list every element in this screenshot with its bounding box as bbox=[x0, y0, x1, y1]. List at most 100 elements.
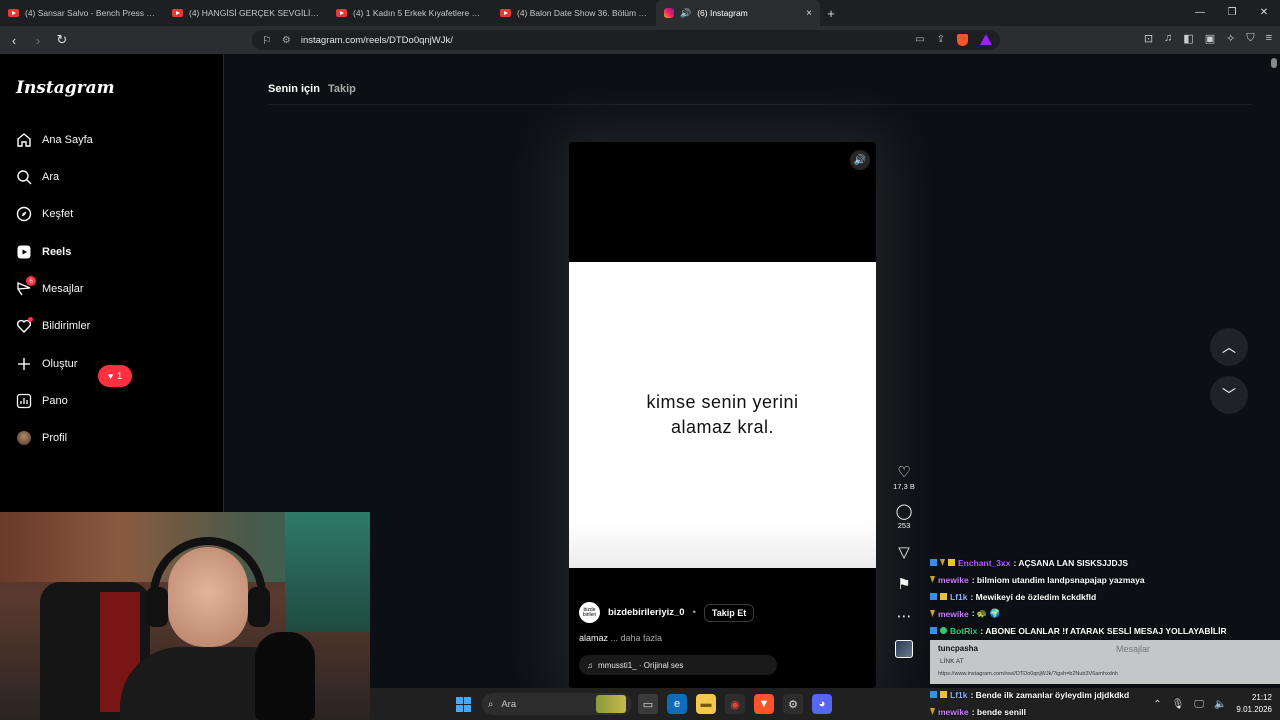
file-explorer-icon[interactable]: ▬ bbox=[696, 694, 716, 714]
address-bar: ‹ › ↻ ⚐ ⚙ instagram.com/reels/DTDo0qnjWJ… bbox=[0, 26, 1280, 54]
browser-tab-4[interactable]: (4) Balon Date Show 36. Bölüm - You bbox=[492, 0, 656, 26]
scrollbar-thumb[interactable] bbox=[1271, 58, 1277, 68]
audio-thumbnail[interactable] bbox=[895, 640, 913, 658]
sidebar-item-home[interactable]: Ana Sayfa bbox=[16, 128, 93, 152]
leo-ai-icon[interactable]: ✧ bbox=[1226, 32, 1235, 45]
chat-text: : bende senill bbox=[971, 706, 1027, 717]
audio-cover-image bbox=[895, 640, 913, 658]
site-info-icon[interactable]: ⚙ bbox=[282, 35, 291, 46]
save-action[interactable]: ⚑ bbox=[897, 576, 910, 594]
vpn-icon[interactable]: ⛉ bbox=[1246, 32, 1254, 45]
comment-action[interactable]: ◯ 253 bbox=[896, 503, 913, 530]
brave-shield-icon[interactable] bbox=[957, 34, 968, 46]
menu-icon[interactable]: ≡ bbox=[1266, 32, 1272, 45]
forward-icon[interactable]: › bbox=[28, 33, 48, 48]
author-username[interactable]: bizdebirileriyiz_0 bbox=[608, 607, 685, 618]
instagram-logo[interactable]: Instagram bbox=[16, 78, 115, 98]
badge-icon bbox=[930, 576, 935, 583]
chat-username: BotRix bbox=[950, 625, 978, 636]
stream-chat-bottom: Lf1k : Bende ilk zamanlar öyleydim jdjdk… bbox=[930, 686, 1270, 720]
share-icon[interactable]: ⇪ bbox=[937, 34, 945, 46]
share-action[interactable]: ▽ bbox=[898, 544, 910, 562]
sidebar-item-profile[interactable]: Profil bbox=[16, 426, 67, 450]
caption-more-link[interactable]: ... daha fazla bbox=[611, 633, 663, 643]
chrome-icon[interactable]: ◉ bbox=[725, 694, 745, 714]
discord-icon[interactable]: ◕ bbox=[812, 694, 832, 714]
next-reel-button[interactable]: ﹀ bbox=[1210, 376, 1248, 414]
window-controls: — ❐ ✕ bbox=[1184, 0, 1280, 26]
media-icon[interactable]: ♫ bbox=[1164, 32, 1172, 45]
notification-count: 1 bbox=[117, 371, 123, 381]
windows-start-icon[interactable] bbox=[456, 697, 471, 712]
stream-chat: Enchant_3xx : AÇSANA LAN SISKSJJDJS mewi… bbox=[930, 554, 1270, 639]
chat-text: : bilmiom utandim landpsnapajap yazmaya bbox=[971, 574, 1145, 585]
feed-tabs: Senin için Takip bbox=[268, 83, 356, 95]
reel-video[interactable]: kimse senin yerini alamaz kral. 🔊 bizde … bbox=[569, 142, 876, 688]
audio-pill[interactable]: ♫ mmussti1_ · Orijinal ses bbox=[579, 655, 777, 675]
sidebar-item-label: Pano bbox=[42, 395, 68, 407]
sidebar-item-explore[interactable]: Keşfet bbox=[16, 202, 73, 226]
cast-icon[interactable]: ▭ bbox=[915, 34, 924, 46]
chat-link[interactable]: https://www.instagram.com/reel/DTDo0qnjW… bbox=[938, 671, 1118, 677]
chat-username: mewike bbox=[938, 608, 969, 619]
close-tab-icon[interactable]: × bbox=[806, 8, 812, 19]
reload-icon[interactable]: ↻ bbox=[52, 32, 72, 48]
task-view-icon[interactable]: ▭ bbox=[638, 694, 658, 714]
browser-tab-active[interactable]: 🔊 (6) Instagram × bbox=[656, 0, 820, 26]
taskbar-search[interactable]: ⌕ Ara bbox=[482, 693, 632, 715]
sidebar-item-messages[interactable]: 6 Mesajlar bbox=[16, 276, 84, 301]
notification-popup-badge[interactable]: ♥ 1 bbox=[98, 365, 132, 387]
chat-message: BotRix : ABONE OLANLAR !f ATARAK SESLİ M… bbox=[930, 622, 1270, 639]
taskbar-search-label: Ara bbox=[501, 698, 517, 710]
notification-dot bbox=[28, 317, 33, 322]
sidebar-item-create[interactable]: Oluştur bbox=[16, 352, 77, 376]
taskbar-apps: ▭ e ▬ ◉ ▼ ⚙ ◕ bbox=[638, 694, 832, 714]
chat-username: Enchant_3xx bbox=[958, 557, 1011, 568]
chat-username: Lf1k bbox=[950, 689, 968, 700]
browser-tab-1[interactable]: (4) Sansar Salvo - Bench Press 2025 bbox=[0, 0, 164, 26]
sidebar-item-label: Oluştur bbox=[42, 358, 78, 370]
plus-icon bbox=[16, 356, 32, 372]
messages-ghost-label: Mesajlar bbox=[1116, 644, 1151, 654]
tab-search-icon[interactable]: ⊡ bbox=[1144, 32, 1153, 45]
chat-message: mewike : 🐢 🌍 bbox=[930, 605, 1270, 622]
close-window-icon[interactable]: ✕ bbox=[1248, 0, 1280, 26]
wallet-icon[interactable]: ▣ bbox=[1205, 32, 1215, 45]
more-action[interactable]: ⋯ bbox=[897, 608, 912, 626]
browser-tab-2[interactable]: (4) HANGİSİ GERÇEK SEVGİLİ?? ft. @ bbox=[164, 0, 328, 26]
reel-caption: alamaz ... daha fazla bbox=[579, 633, 869, 643]
badge-icon bbox=[940, 627, 947, 634]
tab-following[interactable]: Takip bbox=[328, 83, 356, 95]
minimize-icon[interactable]: — bbox=[1184, 0, 1216, 26]
brave-icon[interactable]: ▼ bbox=[754, 694, 774, 714]
chevron-down-icon: ﹀ bbox=[1222, 387, 1236, 403]
sidebar-item-dashboard[interactable]: Pano bbox=[16, 389, 68, 413]
maximize-icon[interactable]: ❐ bbox=[1216, 0, 1248, 26]
tab-for-you[interactable]: Senin için bbox=[268, 83, 320, 95]
messenger-icon: 6 bbox=[16, 276, 36, 297]
brave-rewards-icon[interactable] bbox=[980, 34, 992, 45]
bookmark-icon[interactable]: ⚐ bbox=[262, 34, 272, 47]
new-tab-button[interactable]: + bbox=[820, 6, 842, 21]
sidebar-item-search[interactable]: Ara bbox=[16, 165, 59, 189]
tab-title: (4) Sansar Salvo - Bench Press 2025 bbox=[25, 8, 156, 18]
sidebar-toggle-icon[interactable]: ◧ bbox=[1183, 32, 1193, 45]
volume-icon[interactable]: 🔊 bbox=[850, 150, 870, 170]
author-avatar[interactable]: bizde birileri bbox=[579, 602, 600, 623]
search-icon: ⌕ bbox=[488, 698, 494, 710]
sidebar-item-notifications[interactable]: Bildirimler bbox=[16, 314, 90, 338]
compass-icon bbox=[16, 206, 32, 222]
settings-icon[interactable]: ⚙ bbox=[783, 694, 803, 714]
edge-icon[interactable]: e bbox=[667, 694, 687, 714]
browser-toolbar: ⊡ ♫ ◧ ▣ ✧ ⛉ ≡ bbox=[1144, 32, 1272, 45]
previous-reel-button[interactable]: ︿ bbox=[1210, 328, 1248, 366]
like-action[interactable]: ♡ 17,3 B bbox=[893, 464, 915, 491]
sidebar-item-label: Mesajlar bbox=[42, 283, 84, 295]
follow-button[interactable]: Takip Et bbox=[703, 603, 755, 622]
bookmark-icon: ⚑ bbox=[897, 576, 911, 593]
sidebar-item-reels[interactable]: Reels bbox=[16, 240, 71, 264]
url-field[interactable]: ⚐ ⚙ instagram.com/reels/DTDo0qnjWJk/ ▭ ⇪ bbox=[252, 30, 1000, 50]
browser-tab-3[interactable]: (4) 1 Kadın 5 Erkek Kıyafetlere Göre E bbox=[328, 0, 492, 26]
chat-text: : Bende ilk zamanlar öyleydim jdjdkdkd bbox=[970, 689, 1130, 700]
back-icon[interactable]: ‹ bbox=[4, 33, 24, 48]
